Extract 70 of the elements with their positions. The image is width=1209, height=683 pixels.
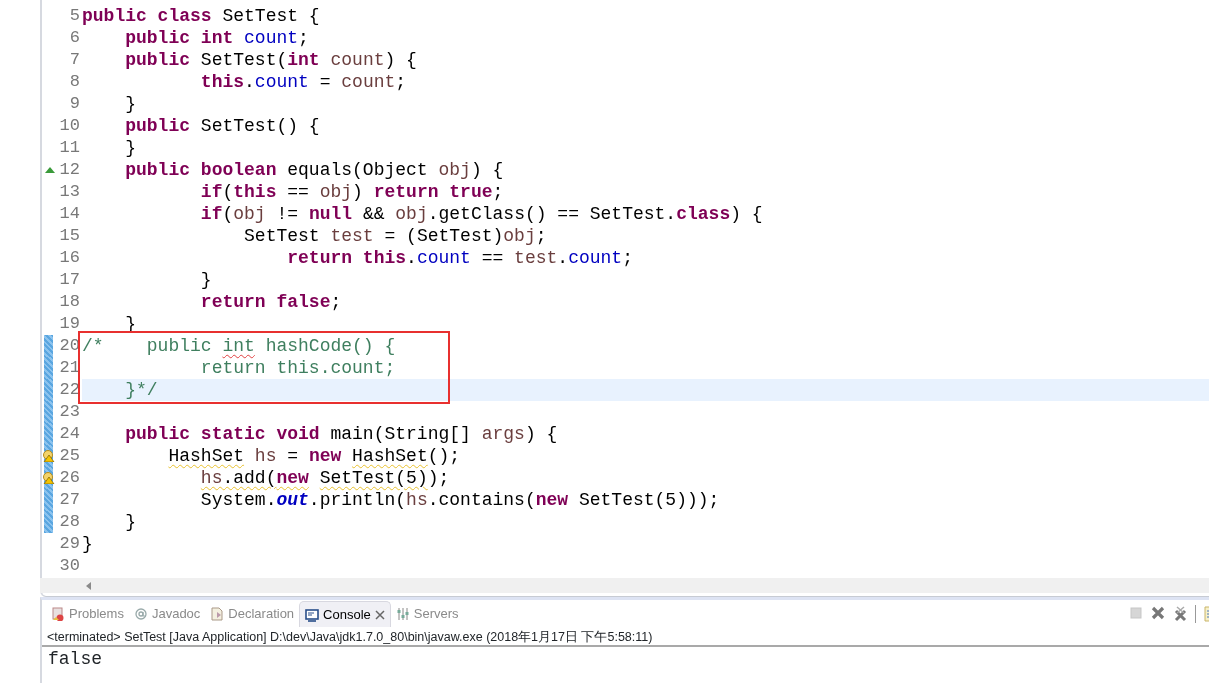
at-sign-icon (133, 607, 148, 621)
line-number: 27 (58, 489, 80, 511)
view-tab[interactable]: Problems (46, 601, 129, 627)
remove-all-button[interactable] (1173, 606, 1187, 622)
close-icon[interactable] (374, 609, 385, 620)
view-tab[interactable]: Javadoc (128, 601, 206, 627)
line-number: 13 (58, 181, 80, 203)
warning-bulb-icon (43, 472, 55, 484)
line-number: 30 (58, 555, 80, 577)
code-line: public boolean equals(Object obj) { (124, 159, 505, 181)
declaration-icon (210, 607, 225, 621)
code-line: public static void main(String[] args) { (124, 423, 559, 445)
code-line: return this.count == test.count; (286, 247, 634, 269)
code-line: this.count = count; (199, 71, 408, 93)
line-number: 28 (58, 511, 80, 533)
line-number: 8 (68, 71, 80, 93)
code-line: public class SetTest { (82, 5, 321, 27)
view-tab[interactable]: Servers (390, 601, 464, 627)
code-line: hs.add(new SetTest(5)); (199, 467, 451, 489)
line-number: 19 (58, 313, 80, 335)
code-line: System.out.println(hs.contains(new SetTest(5))); (199, 489, 721, 511)
code-line: HashSet hs = new HashSet(); (167, 445, 462, 467)
code-line: if(obj != null && obj.getClass() == SetTest.class) { (199, 203, 764, 225)
line-number: 10 (58, 115, 80, 137)
code-line: } (199, 269, 213, 291)
line-number: 11 (58, 137, 80, 159)
line-number: 12 (58, 159, 80, 181)
stop-icon (1129, 606, 1143, 622)
console-icon (305, 607, 320, 622)
line-number: 23 (58, 401, 80, 423)
line-number: 14 (58, 203, 80, 225)
line-number: 5 (68, 5, 80, 27)
line-number: 7 (68, 49, 80, 71)
horizontal-scrollbar[interactable] (40, 578, 1209, 593)
console-output: false (47, 648, 103, 671)
code-line: } (124, 511, 138, 533)
line-number: 17 (58, 269, 80, 291)
code-line: SetTest test = (SetTest)obj; (243, 225, 548, 247)
code-line: } (124, 93, 138, 115)
code-line: public SetTest() { (124, 115, 321, 137)
line-number: 24 (58, 423, 80, 445)
remove-icon (1151, 606, 1165, 622)
line-number: 29 (58, 533, 80, 555)
line-number: 18 (58, 291, 80, 313)
sliders-icon (395, 607, 410, 621)
line-number: 15 (58, 225, 80, 247)
code-line: public SetTest(int count) { (124, 49, 418, 71)
line-number: 21 (58, 357, 80, 379)
line-number: 6 (68, 27, 80, 49)
code-line: return this.count; (199, 357, 397, 379)
line-number: 9 (68, 93, 80, 115)
code-line: } (82, 533, 94, 555)
code-line: /* public int hashCode() { (82, 335, 397, 357)
scroll-left-icon[interactable] (86, 582, 92, 590)
remove-all-icon (1173, 606, 1187, 622)
line-number: 16 (58, 247, 80, 269)
code-line: return false; (199, 291, 343, 313)
line-number: 25 (58, 445, 80, 467)
override-triangle-icon (45, 167, 55, 173)
view-tab[interactable]: Console (299, 600, 391, 628)
line-number: 26 (58, 467, 80, 489)
code-line: public int count; (124, 27, 310, 49)
remove-button[interactable] (1151, 606, 1165, 622)
code-line: if(this == obj) return true; (199, 181, 505, 203)
line-number: 22 (58, 379, 80, 401)
warning-bulb-icon (43, 450, 55, 462)
console-status: <terminated> SetTest [Java Application] D:\dev\Java\jdk1.7.0_80\bin\javaw.exe (2018年1月17日 下午5:58:11) (42, 628, 1209, 647)
view-tab[interactable]: Declaration (205, 601, 300, 627)
problems-icon (51, 607, 65, 621)
code-line: } (124, 137, 138, 159)
